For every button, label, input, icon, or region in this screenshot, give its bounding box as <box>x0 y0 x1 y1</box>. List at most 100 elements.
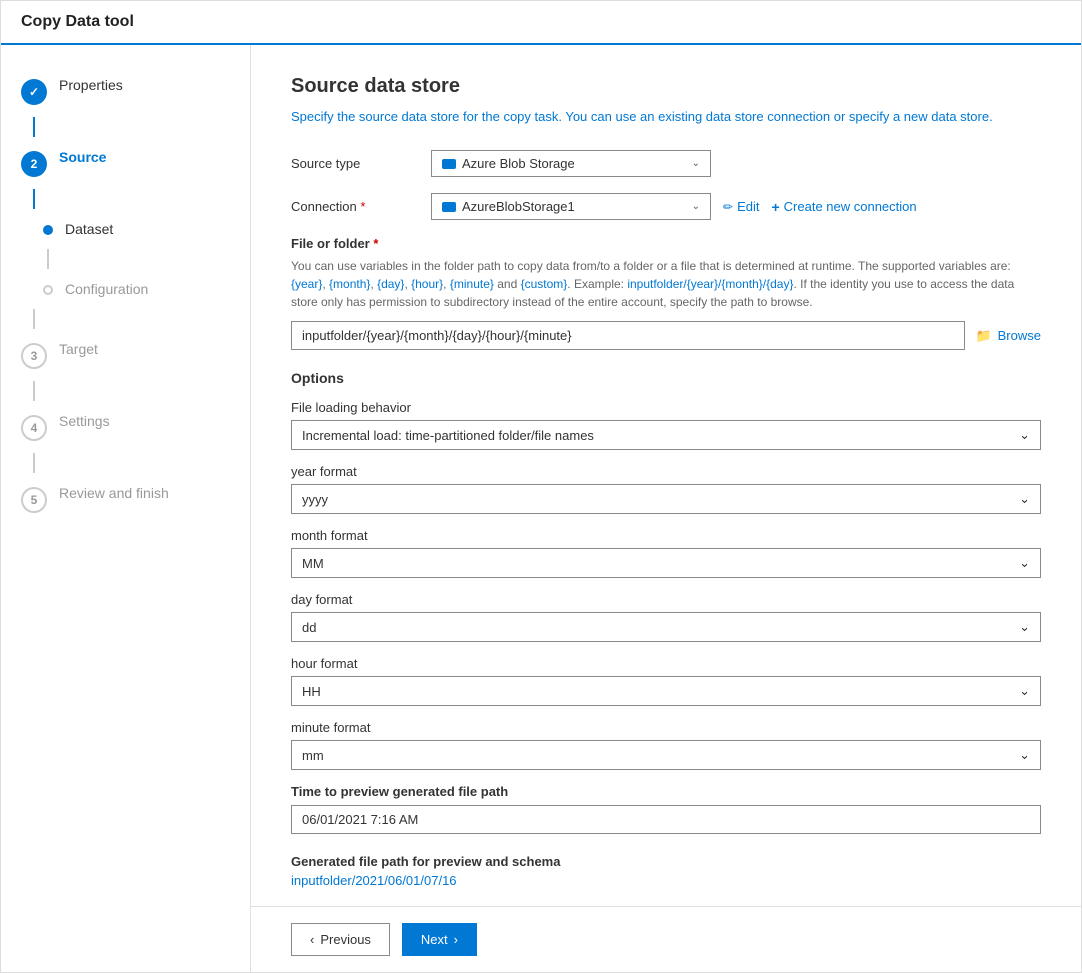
sidebar-item-configuration[interactable]: Configuration <box>1 269 250 309</box>
previous-button[interactable]: ‹ Previous <box>291 923 390 956</box>
preview-section: Time to preview generated file path <box>291 784 1041 834</box>
minute-format-label: minute format <box>291 720 1041 735</box>
source-type-label: Source type <box>291 156 431 171</box>
minute-format-value: mm <box>302 748 324 763</box>
year-format-label: year format <box>291 464 1041 479</box>
file-folder-desc: You can use variables in the folder path… <box>291 257 1041 311</box>
day-format-chevron-down-icon: ⌄ <box>1019 619 1030 635</box>
file-loading-chevron-down-icon: ⌄ <box>1019 427 1030 443</box>
connection-chevron-down-icon: ⌄ <box>692 201 700 212</box>
options-section: Options File loading behavior Incrementa… <box>291 370 1041 770</box>
generated-path: inputfolder/2021/06/01/07/16 <box>291 873 1041 888</box>
hour-format-group: hour format HH ⌄ <box>291 656 1041 706</box>
month-format-label: month format <box>291 528 1041 543</box>
page-description: Specify the source data store for the co… <box>291 108 1041 126</box>
step-dot-configuration <box>43 285 53 295</box>
sidebar-item-source[interactable]: 2 Source <box>1 137 250 189</box>
minute-format-chevron-down-icon: ⌄ <box>1019 747 1030 763</box>
year-format-value: yyyy <box>302 492 328 507</box>
source-type-chevron-down-icon: ⌄ <box>692 158 700 169</box>
sidebar-item-review[interactable]: 5 Review and finish <box>1 473 250 525</box>
check-icon: ✓ <box>29 85 39 99</box>
step-label-review: Review and finish <box>59 485 169 501</box>
step-label-settings: Settings <box>59 413 110 429</box>
file-folder-input[interactable] <box>291 321 965 350</box>
chevron-left-icon: ‹ <box>310 932 314 947</box>
generated-section: Generated file path for preview and sche… <box>291 854 1041 888</box>
minute-format-dropdown[interactable]: mm ⌄ <box>291 740 1041 770</box>
source-type-control: Azure Blob Storage ⌄ <box>431 150 1041 177</box>
footer: ‹ Previous Next › <box>251 906 1081 972</box>
sidebar-item-dataset[interactable]: Dataset <box>1 209 250 249</box>
preview-label: Time to preview generated file path <box>291 784 1041 799</box>
file-loading-label: File loading behavior <box>291 400 1041 415</box>
step-icon-review: 5 <box>21 487 47 513</box>
step-label-source: Source <box>59 149 106 165</box>
blob-storage-icon <box>442 159 456 169</box>
connection-label: Connection * <box>291 199 431 214</box>
source-type-value: Azure Blob Storage <box>462 156 684 171</box>
connection-value: AzureBlobStorage1 <box>462 199 684 214</box>
connector-2 <box>33 189 35 209</box>
step-number-target: 3 <box>31 349 38 363</box>
browse-button[interactable]: 📁 Browse <box>975 328 1041 344</box>
year-format-dropdown[interactable]: yyyy ⌄ <box>291 484 1041 514</box>
content-area: Source data store Specify the source dat… <box>251 45 1081 906</box>
path-row: 📁 Browse <box>291 321 1041 350</box>
step-label-configuration: Configuration <box>65 281 148 297</box>
source-type-row: Source type Azure Blob Storage ⌄ <box>291 150 1041 177</box>
sidebar-item-target[interactable]: 3 Target <box>1 329 250 381</box>
connector-4 <box>33 309 35 329</box>
file-folder-label: File or folder <box>291 236 1041 251</box>
month-format-value: MM <box>302 556 324 571</box>
file-loading-dropdown[interactable]: Incremental load: time-partitioned folde… <box>291 420 1041 450</box>
step-icon-properties: ✓ <box>21 79 47 105</box>
month-format-chevron-down-icon: ⌄ <box>1019 555 1030 571</box>
connector-1 <box>33 117 35 137</box>
plus-icon <box>771 199 779 215</box>
app-header: Copy Data tool <box>1 1 1081 45</box>
day-format-label: day format <box>291 592 1041 607</box>
month-format-group: month format MM ⌄ <box>291 528 1041 578</box>
month-format-dropdown[interactable]: MM ⌄ <box>291 548 1041 578</box>
connection-required-marker: * <box>360 199 365 214</box>
connection-control: AzureBlobStorage1 ⌄ Edit Create new conn… <box>431 193 1041 220</box>
chevron-right-icon: › <box>454 932 458 947</box>
connection-blob-icon <box>442 202 456 212</box>
hour-format-value: HH <box>302 684 321 699</box>
day-format-dropdown[interactable]: dd ⌄ <box>291 612 1041 642</box>
next-button[interactable]: Next › <box>402 923 477 956</box>
year-format-group: year format yyyy ⌄ <box>291 464 1041 514</box>
connector-3 <box>47 249 49 269</box>
file-folder-section: File or folder You can use variables in … <box>291 236 1041 350</box>
step-number-source: 2 <box>31 157 38 171</box>
hour-format-dropdown[interactable]: HH ⌄ <box>291 676 1041 706</box>
file-loading-value: Incremental load: time-partitioned folde… <box>302 428 594 443</box>
folder-icon: 📁 <box>975 328 991 344</box>
sidebar-item-settings[interactable]: 4 Settings <box>1 401 250 453</box>
sidebar: ✓ Properties 2 Source Dataset <box>1 45 251 972</box>
step-icon-source: 2 <box>21 151 47 177</box>
options-title: Options <box>291 370 1041 386</box>
sidebar-item-properties[interactable]: ✓ Properties <box>1 65 250 117</box>
connector-5 <box>33 381 35 401</box>
step-label-dataset: Dataset <box>65 221 113 237</box>
source-type-dropdown[interactable]: Azure Blob Storage ⌄ <box>431 150 711 177</box>
edit-connection-button[interactable]: Edit <box>723 199 759 214</box>
connector-6 <box>33 453 35 473</box>
pencil-icon <box>723 199 733 214</box>
day-format-group: day format dd ⌄ <box>291 592 1041 642</box>
connection-dropdown[interactable]: AzureBlobStorage1 ⌄ <box>431 193 711 220</box>
step-icon-settings: 4 <box>21 415 47 441</box>
step-label-properties: Properties <box>59 77 123 93</box>
connection-row: Connection * AzureBlobStorage1 ⌄ Edit <box>291 193 1041 220</box>
hour-format-chevron-down-icon: ⌄ <box>1019 683 1030 699</box>
year-format-chevron-down-icon: ⌄ <box>1019 491 1030 507</box>
minute-format-group: minute format mm ⌄ <box>291 720 1041 770</box>
step-number-review: 5 <box>31 493 38 507</box>
create-new-connection-button[interactable]: Create new connection <box>771 199 916 215</box>
preview-input[interactable] <box>291 805 1041 834</box>
step-label-target: Target <box>59 341 98 357</box>
step-icon-target: 3 <box>21 343 47 369</box>
generated-label: Generated file path for preview and sche… <box>291 854 1041 869</box>
